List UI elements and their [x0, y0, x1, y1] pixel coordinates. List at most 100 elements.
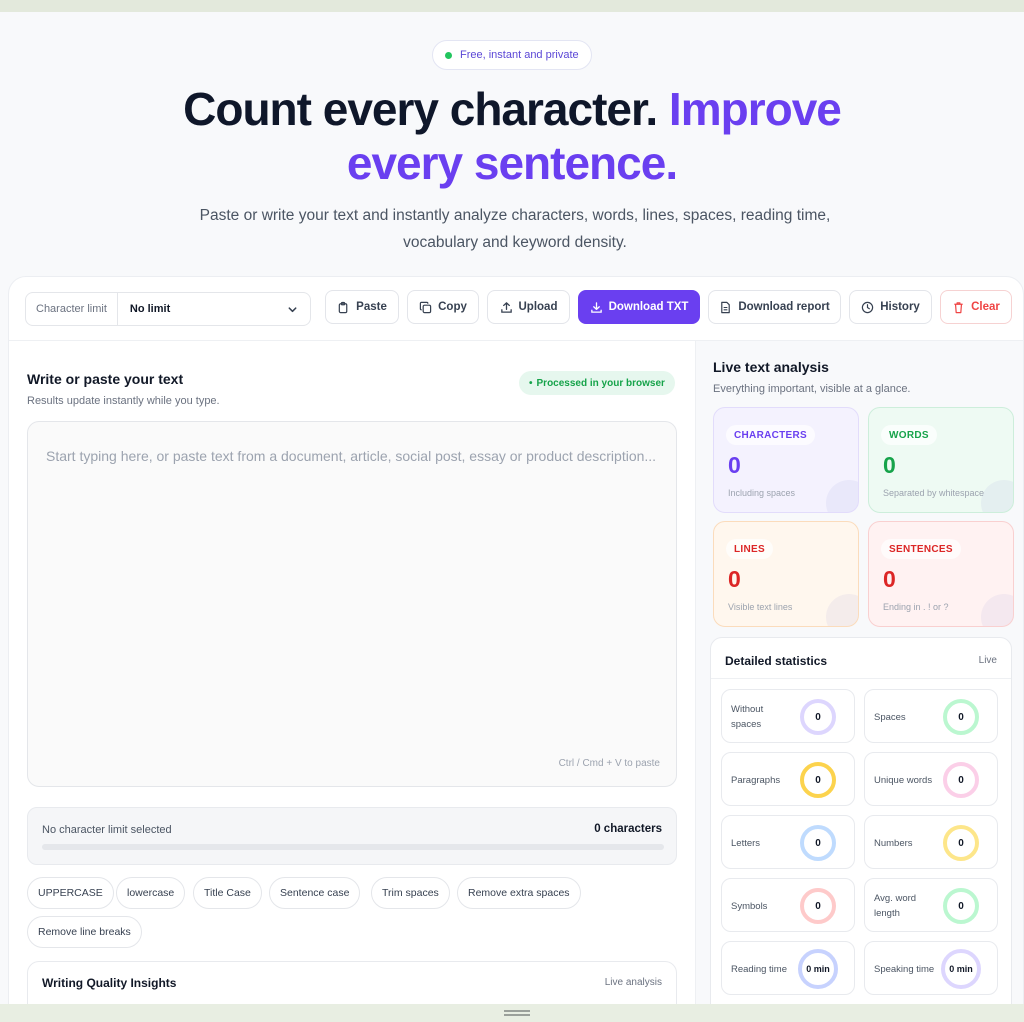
- upload-button[interactable]: Upload: [487, 290, 570, 324]
- stat-tile: Speaking time 0 min: [864, 941, 998, 995]
- hero-title-accent-2: every sentence.: [346, 137, 678, 189]
- trash-icon: [954, 301, 963, 313]
- stat-tile-label: Unique words: [874, 774, 933, 786]
- stat-tile-value: 0: [943, 825, 979, 861]
- stat-card-lines: LINES 0 Visible text lines: [713, 521, 859, 627]
- stat-card-sentences: SENTENCES 0 Ending in . ! or ?: [868, 521, 1014, 627]
- stat-card-words: WORDS 0 Separated by whitespace: [868, 407, 1014, 513]
- insights-title: Writing Quality Insights: [42, 976, 177, 990]
- toolbar: Character limit No limit Paste Copy Uplo…: [9, 277, 1023, 341]
- stat-label: WORDS: [881, 425, 937, 445]
- stat-tile: Spaces 0: [864, 689, 998, 743]
- trim-spaces-button[interactable]: Trim spaces: [371, 877, 450, 909]
- hero-badge-text: Free, instant and private: [460, 49, 579, 61]
- stat-tile-value: 0: [943, 699, 979, 735]
- hero-title-accent-1: Improve: [668, 83, 842, 135]
- stat-card-characters: CHARACTERS 0 Including spaces: [713, 407, 859, 513]
- copy-button[interactable]: Copy: [407, 290, 479, 324]
- character-limit-select[interactable]: Character limit No limit: [25, 292, 311, 326]
- hero-subtitle: Paste or write your text and instantly a…: [199, 207, 831, 251]
- copy-icon: [419, 301, 432, 313]
- divider: [711, 678, 1011, 679]
- stat-label: LINES: [726, 539, 773, 559]
- analysis-title: Live text analysis: [713, 359, 829, 375]
- download-report-label: Download report: [738, 301, 830, 313]
- download-icon: [590, 301, 602, 313]
- stat-tile: Paragraphs 0: [721, 752, 855, 806]
- document-icon: [721, 301, 731, 313]
- stat-tile-value: 0: [943, 762, 979, 798]
- stat-tile-value: 0 min: [941, 949, 981, 989]
- stat-caption: Including spaces: [728, 488, 796, 498]
- clear-button[interactable]: Clear: [940, 290, 1012, 324]
- upload-icon: [500, 301, 512, 313]
- character-limit-status: No character limit selected 0 characters: [27, 807, 677, 865]
- upload-label: Upload: [518, 301, 558, 313]
- resize-handle-line: [504, 1014, 530, 1016]
- stat-tile-label: Reading time: [731, 963, 787, 975]
- stat-tile: Numbers 0: [864, 815, 998, 869]
- lowercase-button[interactable]: lowercase: [116, 877, 186, 909]
- window-bottom-strip: [0, 1004, 1024, 1022]
- stat-value: 0: [883, 566, 896, 592]
- text-input-placeholder: Start typing here, or paste text from a …: [46, 448, 657, 464]
- hero-title: Count every character. Improve every sen…: [0, 82, 1024, 190]
- paste-label: Paste: [356, 301, 387, 313]
- decorative-circle: [981, 480, 1013, 512]
- stat-tile-label: Spaces: [874, 711, 906, 723]
- download-report-button[interactable]: Download report: [708, 290, 841, 324]
- stat-tile: Reading time 0 min: [721, 941, 855, 995]
- limit-status-text: No character limit selected: [42, 824, 172, 836]
- character-limit-label: Character limit: [26, 293, 118, 325]
- copy-label: Copy: [438, 301, 467, 313]
- download-txt-button[interactable]: Download TXT: [578, 290, 700, 324]
- download-txt-label: Download TXT: [608, 301, 689, 313]
- stat-tile: Unique words 0: [864, 752, 998, 806]
- bullet-icon: •: [529, 377, 533, 389]
- stat-caption: Visible text lines: [728, 602, 793, 612]
- page: Free, instant and private Count every ch…: [0, 12, 1024, 1004]
- stat-caption: Separated by whitespace: [883, 488, 985, 498]
- paste-button[interactable]: Paste: [325, 290, 399, 324]
- processed-badge-text: Processed in your browser: [536, 377, 665, 389]
- editor-subtitle: Results update instantly while you type.: [27, 395, 220, 407]
- clock-icon: [861, 301, 874, 313]
- stat-tile-value: 0: [800, 699, 836, 735]
- stat-tile-label: Symbols: [731, 900, 768, 912]
- history-button[interactable]: History: [849, 290, 932, 324]
- stat-tile-value: 0 min: [798, 949, 838, 989]
- detailed-title: Detailed statistics: [725, 654, 828, 668]
- character-limit-dropdown[interactable]: No limit: [118, 303, 310, 315]
- stat-caption: Ending in . ! or ?: [883, 602, 949, 612]
- stat-tile-label: Speaking time: [874, 963, 935, 975]
- decorative-circle: [826, 594, 858, 626]
- character-count: 0 characters: [594, 823, 662, 835]
- stat-tile-label: Paragraphs: [731, 774, 781, 786]
- resize-handle-line: [504, 1010, 530, 1012]
- stat-tile-value: 0: [800, 762, 836, 798]
- hero-badge: Free, instant and private: [432, 40, 592, 70]
- hero-title-plain: Count every character.: [183, 83, 669, 135]
- paste-hint: Ctrl / Cmd + V to paste: [558, 758, 660, 769]
- text-input[interactable]: Start typing here, or paste text from a …: [27, 421, 677, 787]
- stat-tile: Symbols 0: [721, 878, 855, 932]
- chevron-down-icon: [288, 306, 297, 312]
- analysis-panel: Live text analysis Everything important,…: [695, 341, 1023, 1004]
- remove-extra-spaces-button[interactable]: Remove extra spaces: [457, 877, 581, 909]
- history-label: History: [880, 301, 920, 313]
- decorative-circle: [981, 594, 1013, 626]
- clipboard-icon: [338, 301, 348, 313]
- remove-line-breaks-button[interactable]: Remove line breaks: [27, 916, 142, 948]
- title-case-button[interactable]: Title Case: [193, 877, 262, 909]
- stat-value: 0: [883, 452, 896, 478]
- analyzer-card: Character limit No limit Paste Copy Uplo…: [8, 276, 1024, 1004]
- limit-progress-bar: [42, 844, 664, 850]
- editor-title: Write or paste your text: [27, 371, 184, 387]
- stat-tile-label: Avg. word length: [874, 893, 917, 919]
- sentence-case-button[interactable]: Sentence case: [269, 877, 361, 909]
- decorative-circle: [826, 480, 858, 512]
- detailed-statistics: Detailed statistics Live Without spaces 0…: [710, 637, 1012, 1004]
- editor-panel: Write or paste your text Results update …: [9, 341, 695, 1004]
- detailed-live-label: Live: [978, 655, 997, 666]
- uppercase-button[interactable]: UPPERCASE: [27, 877, 114, 909]
